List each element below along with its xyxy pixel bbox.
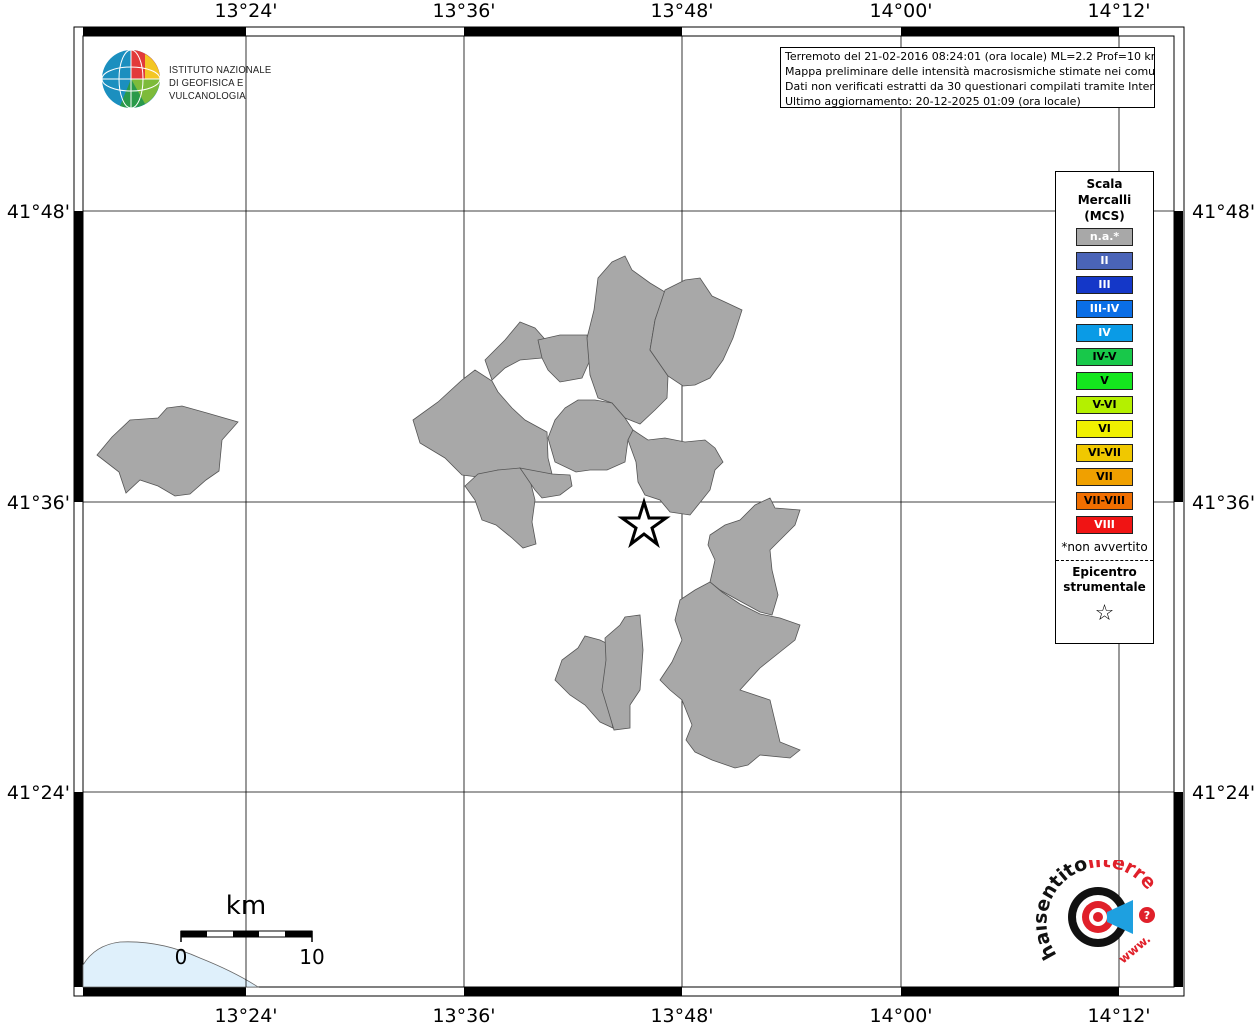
legend-epicenter-label: Epicentro strumentale xyxy=(1056,565,1153,595)
legend-class: IV-V xyxy=(1076,348,1133,366)
event-info-box: Terremoto del 21-02-2016 08:24:01 (ora l… xyxy=(780,47,1155,108)
legend-title-line-1: Scala xyxy=(1086,177,1123,191)
legend-star-icon: ☆ xyxy=(1094,601,1115,626)
lat-label: 41°48' xyxy=(7,201,70,223)
info-line-4: Ultimo aggiornamento: 20-12-2025 01:09 (… xyxy=(785,95,1081,108)
lon-label: 13°48' xyxy=(650,0,713,22)
legend-title: Scala Mercalli (MCS) xyxy=(1056,176,1153,224)
lat-left-labels: 41°48' 41°36' 41°24' xyxy=(7,201,70,804)
lon-label: 13°24' xyxy=(214,1005,277,1024)
lat-label: 41°36' xyxy=(1192,492,1255,514)
lon-label: 13°48' xyxy=(650,1005,713,1024)
lat-label: 41°24' xyxy=(7,782,70,804)
svg-text:?: ? xyxy=(1144,909,1150,922)
lon-label: 14°12' xyxy=(1087,0,1150,22)
legend-class: n.a.* xyxy=(1076,228,1133,246)
legend-class: III-IV xyxy=(1076,300,1133,318)
lon-top-labels: 13°24' 13°36' 13°48' 14°00' 14°12' xyxy=(214,0,1150,22)
lon-label: 13°24' xyxy=(214,0,277,22)
lon-label: 14°00' xyxy=(869,0,932,22)
legend-epicenter-line-1: Epicentro xyxy=(1072,565,1137,579)
globe-icon xyxy=(101,49,161,109)
lat-label: 41°48' xyxy=(1192,201,1255,223)
legend-class: VI-VII xyxy=(1076,444,1133,462)
scale-end: 10 xyxy=(299,945,324,969)
legend-class: VI xyxy=(1076,420,1133,438)
legend-classes: n.a.* II III III-IV IV IV-V V V-VI VI VI-VII VII VI… xyxy=(1056,228,1153,534)
lat-label: 41°24' xyxy=(1192,782,1255,804)
haisentito-logo: ? haisentitoilterremoto.it www. xyxy=(1035,860,1161,967)
scale-start: 0 xyxy=(175,945,188,969)
stamp-text-www: www. xyxy=(1116,932,1153,967)
lon-label: 14°12' xyxy=(1087,1005,1150,1024)
lon-bottom-labels: 13°24' 13°36' 13°48' 14°00' 14°12' xyxy=(214,1005,1150,1024)
legend-title-line-3: (MCS) xyxy=(1084,209,1125,223)
info-line-1: Terremoto del 21-02-2016 08:24:01 (ora l… xyxy=(785,50,1155,63)
legend-class: II xyxy=(1076,252,1133,270)
mcs-legend: Scala Mercalli (MCS) n.a.* II III III-IV IV I… xyxy=(1055,171,1154,644)
logo-line-2: DI GEOFISICA E VULCANOLOGIA xyxy=(169,77,246,102)
lon-label: 14°00' xyxy=(869,1005,932,1024)
legend-class: V xyxy=(1076,372,1133,390)
legend-class: VII-VIII xyxy=(1076,492,1133,510)
ingv-logo: ISTITUTO NAZIONALE DI GEOFISICA E VULCAN… xyxy=(100,48,320,110)
info-line-3: Dati non verificati estratti da 30 quest… xyxy=(785,80,1155,93)
legend-class: V-VI xyxy=(1076,396,1133,414)
legend-epicenter-line-2: strumentale xyxy=(1063,580,1146,594)
scale-unit: km xyxy=(226,891,266,921)
legend-separator xyxy=(1056,560,1153,561)
map-frame-inner xyxy=(82,35,1175,988)
legend-class: VIII xyxy=(1076,516,1133,534)
logo-line-1: ISTITUTO NAZIONALE xyxy=(169,64,272,76)
lon-label: 13°36' xyxy=(432,0,495,22)
legend-note: *non avvertito xyxy=(1061,540,1148,554)
legend-class: III xyxy=(1076,276,1133,294)
legend-class: IV xyxy=(1076,324,1133,342)
logo-text: ISTITUTO NAZIONALE DI GEOFISICA E VULCAN… xyxy=(169,64,305,103)
legend-class: VII xyxy=(1076,468,1133,486)
info-line-2: Mappa preliminare delle intensità macros… xyxy=(785,65,1155,78)
lat-right-labels: 41°48' 41°36' 41°24' xyxy=(1192,201,1255,804)
lon-label: 13°36' xyxy=(432,1005,495,1024)
legend-title-line-2: Mercalli xyxy=(1077,193,1132,207)
lat-label: 41°36' xyxy=(7,492,70,514)
